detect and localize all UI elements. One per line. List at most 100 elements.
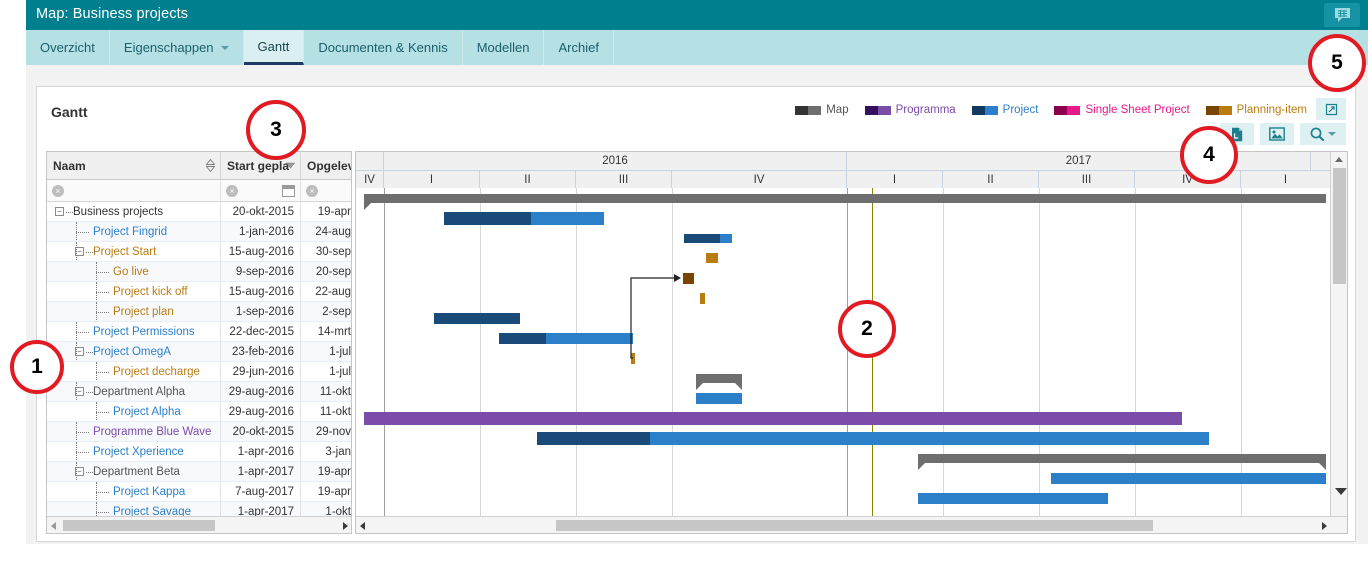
tree-node-label[interactable]: Project OmegA [93,346,171,358]
tab-eigenschappen[interactable]: Eigenschappen [110,30,244,65]
project-tree-grid[interactable]: Naam Start gepla Opgelev × × × − Business p… [46,151,352,534]
filter-cell-opgeleverd[interactable]: × [301,180,351,201]
cell-naam[interactable]: Project Fingrid [47,222,221,241]
cell-naam[interactable]: − Department Alpha [47,382,221,401]
gantt-bar[interactable] [696,373,742,390]
table-row[interactable]: Project Xperience 1-apr-2016 3-jan [47,442,351,462]
chart-scroll-left-arrow[interactable] [360,522,365,530]
legend-item-map[interactable]: Map [795,104,849,116]
chart-hscroll-thumb[interactable] [556,520,1153,531]
gantt-bar[interactable] [364,411,1182,425]
grid-scroll-left-arrow[interactable] [51,522,56,530]
gantt-bar[interactable] [918,453,1326,470]
table-row[interactable]: − Business projects 20-okt-2015 19-apr [47,202,351,222]
gantt-plot-area[interactable] [356,188,1331,517]
tab-documenten-kennis[interactable]: Documenten & Kennis [304,30,463,65]
cell-naam[interactable]: Project Xperience [47,442,221,461]
tab-gantt[interactable]: Gantt [243,30,305,65]
cell-naam[interactable]: Project Permissions [47,322,221,341]
chart-scroll-up-arrow[interactable] [1335,157,1343,162]
cell-naam[interactable]: Project kick off [47,282,221,301]
chart-scroll-down-arrow[interactable] [1335,488,1347,495]
gantt-bar[interactable] [706,253,718,263]
tree-node-label[interactable]: Project Xperience [93,446,184,458]
gantt-bar[interactable] [434,312,520,324]
chat-grid-icon[interactable] [1324,3,1360,27]
cell-naam[interactable]: Programme Blue Wave [47,422,221,441]
table-row[interactable]: Project decharge 29-jun-2016 1-jul [47,362,351,382]
cell-naam[interactable]: Project Alpha [47,402,221,421]
tab-modellen[interactable]: Modellen [463,30,545,65]
gantt-bar[interactable] [537,431,1209,445]
gantt-bar[interactable] [1051,472,1326,484]
tree-collapse-icon[interactable]: − [55,207,64,216]
zoom-button[interactable] [1300,123,1346,145]
chart-vscroll-thumb[interactable] [1333,168,1346,284]
cell-naam[interactable]: Project decharge [47,362,221,381]
tree-node-label[interactable]: Project Fingrid [93,226,167,238]
table-row[interactable]: − Project OmegA 23-feb-2016 1-jul [47,342,351,362]
tree-node-label[interactable]: Programme Blue Wave [93,426,211,438]
tree-node-label[interactable]: Department Alpha [93,386,185,398]
tree-node-label[interactable]: Project Permissions [93,326,195,338]
tab-overzicht[interactable]: Overzicht [26,30,110,65]
legend-item-programma[interactable]: Programma [864,104,956,116]
grid-scroll-thumb[interactable] [63,520,215,531]
legend-item-planning-item[interactable]: Planning-item [1205,104,1307,116]
gantt-bar[interactable] [364,193,1326,210]
cell-naam[interactable]: − Project Start [47,242,221,261]
tree-node-label[interactable]: Go live [113,266,149,278]
table-row[interactable]: Go live 9-sep-2016 20-sep [47,262,351,282]
tree-node-label[interactable]: Project plan [113,306,174,318]
expand-panel-icon[interactable] [1316,98,1346,120]
tree-node-label[interactable]: Department Beta [93,466,180,478]
grid-column-header-opgelev[interactable]: Opgelev [301,152,351,180]
table-row[interactable]: Project Permissions 22-dec-2015 14-mrt [47,322,351,342]
legend-item-project[interactable]: Project [971,104,1038,116]
tab-archief[interactable]: Archief [544,30,614,65]
tree-node-label[interactable]: Business projects [73,206,163,218]
table-row[interactable]: Programme Blue Wave 20-okt-2015 29-nov [47,422,351,442]
tree-node-label[interactable]: Project kick off [113,286,188,298]
cell-naam[interactable]: − Department Beta [47,462,221,481]
legend-item-single-sheet-project[interactable]: Single Sheet Project [1054,104,1190,116]
table-row[interactable]: Project plan 1-sep-2016 2-sep [47,302,351,322]
gantt-bar[interactable] [696,392,742,404]
cell-naam[interactable]: Project plan [47,302,221,321]
chart-vertical-scrollbar[interactable] [1330,152,1347,517]
chevron-down-icon[interactable] [220,45,229,50]
table-row[interactable]: − Department Beta 1-apr-2017 19-apr [47,462,351,482]
chart-horizontal-scrollbar[interactable] [356,516,1347,533]
clear-filter-start-icon[interactable]: × [226,184,238,197]
calendar-icon[interactable] [282,184,295,197]
tree-node-label[interactable]: Project Alpha [113,406,181,418]
clear-filter-naam-icon[interactable]: × [52,184,64,197]
table-row[interactable]: − Project Start 15-aug-2016 30-sep [47,242,351,262]
gantt-bar[interactable] [700,292,705,304]
table-row[interactable]: Project Fingrid 1-jan-2016 24-aug [47,222,351,242]
tree-node-label[interactable]: Project Start [93,246,156,258]
table-row[interactable]: Project Kappa 7-aug-2017 19-apr [47,482,351,502]
filter-cell-start[interactable]: × [221,180,301,201]
table-row[interactable]: Project kick off 15-aug-2016 22-aug [47,282,351,302]
grid-horizontal-scrollbar[interactable] [47,516,351,533]
gantt-bar[interactable] [499,332,633,344]
cell-naam[interactable]: Project Kappa [47,482,221,501]
gantt-bar[interactable] [918,492,1108,504]
tree-node-label[interactable]: Project decharge [113,366,200,378]
cell-naam[interactable]: − Project OmegA [47,342,221,361]
cell-naam[interactable]: Go live [47,262,221,281]
gantt-bar[interactable] [631,352,635,364]
filter-cell-naam[interactable]: × [47,180,221,201]
table-row[interactable]: Project Alpha 29-aug-2016 11-okt [47,402,351,422]
sort-both-icon[interactable] [206,159,215,172]
clear-filter-opgeleverd-icon[interactable]: × [306,184,318,197]
chart-scroll-right-arrow[interactable] [1322,522,1327,530]
tree-node-label[interactable]: Project Kappa [113,486,185,498]
cell-naam[interactable]: − Business projects [47,202,221,221]
grid-scroll-right-arrow[interactable] [343,522,348,530]
chevron-down-icon[interactable] [1328,132,1336,136]
table-row[interactable]: − Department Alpha 29-aug-2016 11-okt [47,382,351,402]
grid-column-header-naam[interactable]: Naam [47,152,221,180]
sort-descending-icon[interactable] [286,159,295,172]
